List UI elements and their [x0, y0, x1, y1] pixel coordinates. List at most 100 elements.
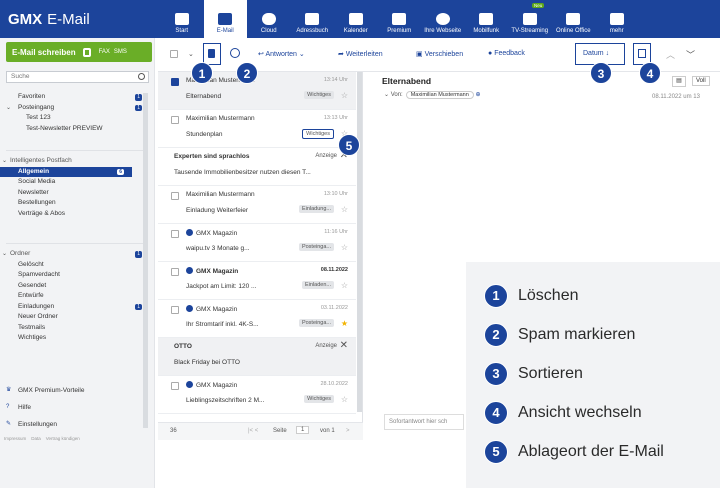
folder-posteingang[interactable]: ⌄ Posteingang 1	[0, 103, 150, 114]
help-icon: ?	[6, 404, 10, 410]
crown-icon: ♛	[6, 387, 12, 393]
folder-bestellungen[interactable]: Bestellungen	[0, 198, 150, 209]
data-link[interactable]: Data	[31, 436, 41, 441]
nav-start[interactable]: Start	[160, 0, 204, 38]
close-icon[interactable]: ✕	[340, 340, 348, 351]
sidebar-scrollbar[interactable]	[143, 93, 148, 428]
folder-tag: Wichtiges	[304, 91, 334, 99]
star-icon[interactable]: ☆	[341, 243, 348, 252]
folder-social-media[interactable]: Social Media	[0, 177, 150, 188]
envelope-icon	[218, 13, 233, 25]
mail-row[interactable]: GMX Magazin 11:16 Uhr waipu.tv 3 Monate g.…	[158, 224, 356, 262]
ad-row[interactable]: Experten sind sprachlos Anzeige ✕ Tausende …	[158, 148, 356, 186]
mail-list-scrollbar[interactable]	[357, 72, 362, 412]
nav-mobilfunk[interactable]: Mobilfunk	[465, 0, 509, 38]
row-checkbox[interactable]	[171, 116, 179, 124]
legend-panel: 1 Löschen 2 Spam markieren 3 Sortieren 4 Ans…	[466, 262, 720, 488]
top-navigation-bar: GMX E-Mail Start E-Mail Cloud Adressbuch …	[0, 0, 720, 38]
feedback-button[interactable]: ● Feedback	[488, 50, 525, 57]
fullscreen-button[interactable]: Voll	[692, 76, 710, 86]
nav-premium[interactable]: Premium	[378, 0, 422, 38]
folder-favoriten[interactable]: Favoriten 1	[0, 92, 150, 103]
nav-adressbuch[interactable]: Adressbuch	[291, 0, 335, 38]
sms-link[interactable]: SMS	[114, 49, 127, 55]
folder-testmails[interactable]: Testmails	[0, 323, 150, 334]
spam-button[interactable]	[230, 48, 240, 58]
mail-row[interactable]: GMX Magazin 03.11.2022 Ihr Stromtarif inkl…	[158, 300, 356, 338]
nav-online-office[interactable]: Online Office	[552, 0, 596, 38]
ordner-header[interactable]: ⌄ Ordner 1	[0, 249, 150, 260]
smart-inbox-header[interactable]: ⌄ Intelligentes Postfach	[0, 156, 150, 167]
star-icon[interactable]: ☆	[341, 205, 348, 214]
tv-icon	[522, 13, 537, 25]
folder-gesendet[interactable]: Gesendet	[0, 281, 150, 292]
ad-row[interactable]: OTTO Anzeige ✕ Black Friday bei OTTO	[158, 338, 356, 376]
mail-row[interactable]: Maximilian Mustermann 13:13 Uhr Stundenpla…	[158, 110, 356, 148]
folder-einladungen[interactable]: Einladungen 1	[0, 302, 150, 313]
folder-spam[interactable]: Spamverdacht	[0, 270, 150, 281]
mail-count: 36	[170, 428, 177, 434]
gmx-logo[interactable]: GMX E-Mail	[8, 11, 90, 28]
premium-link[interactable]: ♛ GMX Premium-Vorteile	[0, 382, 150, 399]
row-checkbox[interactable]	[171, 306, 179, 314]
row-checkbox[interactable]	[171, 78, 179, 86]
row-checkbox[interactable]	[171, 382, 179, 390]
folder-tag: Posteinga...	[298, 243, 334, 251]
help-link[interactable]: ? Hilfe	[0, 399, 150, 416]
nav-mehr[interactable]: mehr	[595, 0, 639, 38]
reply-button[interactable]: ↩ Antworten ⌄	[258, 50, 305, 58]
star-icon[interactable]: ☆	[341, 281, 348, 290]
prev-mail-icon[interactable]: ︿	[666, 48, 675, 61]
mail-row[interactable]: Maximilian Mustermann 13:10 Uhr Einladung …	[158, 186, 356, 224]
folder-wichtiges[interactable]: Wichtiges	[0, 333, 150, 344]
mail-date: 08.11.2022 um 13	[652, 94, 700, 100]
crown-icon	[392, 13, 407, 25]
folder-test[interactable]: Test 123	[0, 113, 150, 124]
gmx-magazin-icon	[186, 267, 193, 274]
callout-3: 3	[590, 62, 612, 84]
fax-link[interactable]: FAX	[99, 49, 110, 55]
folder-test-newsletter[interactable]: Test-Newsletter PREVIEW	[0, 124, 150, 135]
sender-pill[interactable]: Maximilian Mustermann	[405, 91, 474, 99]
search-input[interactable]: Suche	[6, 71, 149, 83]
star-icon[interactable]: ☆	[341, 395, 348, 404]
row-checkbox[interactable]	[171, 268, 179, 276]
nav-kalender[interactable]: Kalender	[334, 0, 378, 38]
move-button[interactable]: ▣ Verschieben	[416, 50, 463, 58]
globe-icon	[435, 13, 450, 25]
nav-tv-streaming[interactable]: Neu TV-Streaming	[508, 0, 552, 38]
impressum-link[interactable]: Impressum	[4, 436, 26, 441]
folder-vertraege[interactable]: Verträge & Abos	[0, 209, 150, 220]
next-mail-icon[interactable]: ﹀	[686, 48, 695, 61]
office-icon	[566, 13, 581, 25]
quick-reply-input[interactable]: Sofortantwort hier sch	[384, 414, 464, 430]
star-icon[interactable]: ☆	[341, 91, 348, 100]
nav-email[interactable]: E-Mail	[203, 0, 247, 38]
print-icon[interactable]: ▤	[672, 76, 686, 87]
nav-webseite[interactable]: Ihre Webseite	[421, 0, 465, 38]
settings-link[interactable]: ✎ Einstellungen	[0, 416, 150, 433]
forward-button[interactable]: ➦ Weiterleiten	[338, 50, 383, 58]
gmx-magazin-icon	[186, 381, 193, 388]
row-checkbox[interactable]	[171, 230, 179, 238]
callout-5: 5	[338, 134, 360, 156]
folder-entwuerfe[interactable]: Entwürfe	[0, 291, 150, 302]
folder-geloescht[interactable]: Gelöscht	[0, 260, 150, 271]
mail-row[interactable]: GMX Magazin 08.11.2022 Jackpot am Limit: 1…	[158, 262, 356, 300]
cancel-contract-link[interactable]: Vertrag kündigen	[46, 436, 80, 441]
mail-row[interactable]: Maximilian Mustermann 13:14 Uhr Elternaben…	[158, 72, 356, 110]
nav-cloud[interactable]: Cloud	[247, 0, 291, 38]
gmx-magazin-icon	[186, 305, 193, 312]
legal-footer: Impressum Data Vertrag kündigen	[4, 436, 85, 441]
page-input[interactable]: 1	[296, 426, 310, 434]
mail-row[interactable]: GMX Magazin 28.10.2022 Lieblingszeitschrif…	[158, 376, 356, 414]
row-checkbox[interactable]	[171, 192, 179, 200]
folder-neuer-ordner[interactable]: Neuer Ordner	[0, 312, 150, 323]
select-all-checkbox[interactable]	[170, 50, 178, 58]
select-dropdown-icon[interactable]: ⌄	[188, 50, 194, 58]
from-line: ⌄ Von: Maximilian Mustermann ⊕	[384, 91, 481, 99]
folder-allgemein[interactable]: Allgemein 6	[0, 166, 132, 177]
star-filled-icon[interactable]: ★	[341, 319, 348, 328]
folder-newsletter[interactable]: Newsletter	[0, 188, 150, 199]
compose-button[interactable]: E-Mail schreiben FAX SMS	[6, 42, 152, 62]
